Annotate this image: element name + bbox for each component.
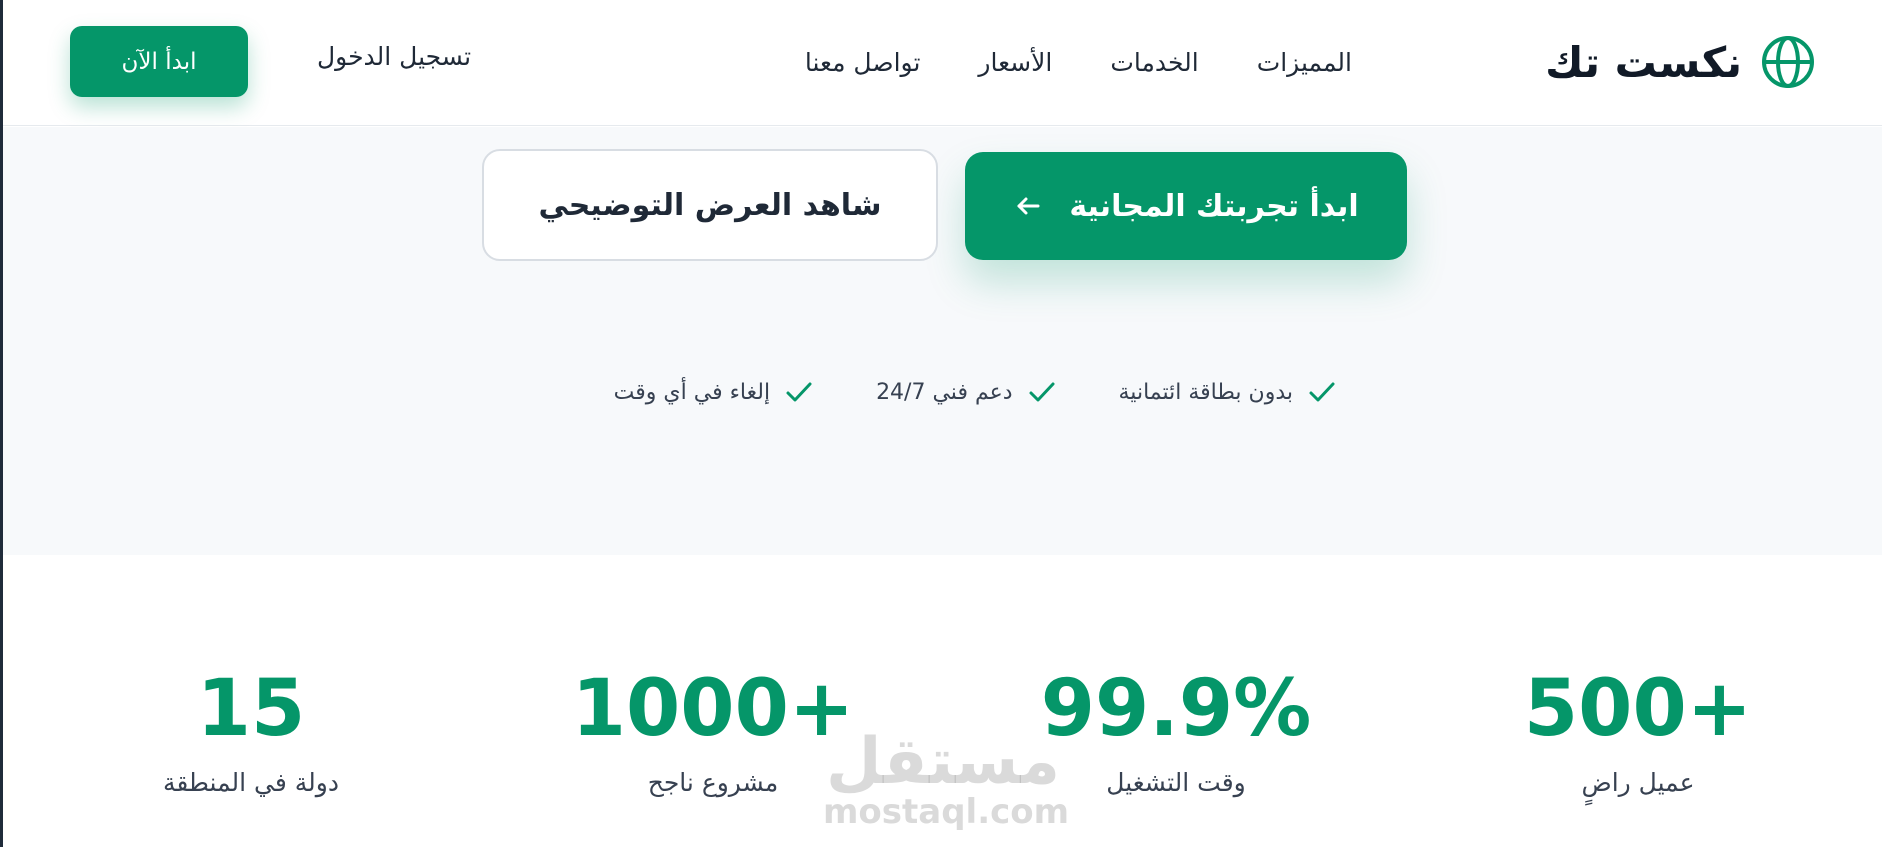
brand-name: نكست تك: [1545, 37, 1742, 87]
brand-logo[interactable]: نكست تك: [1545, 32, 1816, 92]
start-now-button[interactable]: ابدأ الآن: [70, 26, 248, 97]
check-icon: [1309, 382, 1335, 402]
nav-item-features[interactable]: المميزات: [1257, 48, 1352, 77]
main-nav: المميزات الخدمات الأسعار تواصل معنا: [805, 42, 1352, 82]
watermark-latin: mostaql.com: [823, 792, 1070, 832]
stat-countries: 15 دولة في المنطقة: [81, 670, 421, 797]
nav-item-contact[interactable]: تواصل معنا: [805, 48, 921, 77]
nav-item-services[interactable]: الخدمات: [1110, 48, 1198, 77]
stat-projects: 1000+ مشروع ناجح: [543, 670, 883, 797]
stat-label: عميل راضٍ: [1581, 768, 1695, 797]
feature-label: بدون بطاقة ائتمانية: [1118, 379, 1293, 405]
stat-value: 99.9%: [1040, 664, 1312, 754]
feature-support: دعم فني 24/7: [876, 377, 1056, 407]
stat-uptime: 99.9% وقت التشغيل: [1006, 670, 1346, 797]
hero-section: ابدأ تجربتك المجانية شاهد العرض التوضيحي…: [3, 127, 1882, 555]
nav-item-pricing[interactable]: الأسعار: [978, 48, 1052, 77]
stat-value: 15: [196, 664, 306, 754]
globe-icon: [1762, 36, 1814, 88]
free-trial-button[interactable]: ابدأ تجربتك المجانية: [965, 152, 1407, 260]
check-icon: [786, 382, 812, 402]
stat-label: دولة في المنطقة: [162, 768, 340, 797]
feature-no-credit-card: بدون بطاقة ائتمانية: [1119, 377, 1337, 407]
watch-demo-button[interactable]: شاهد العرض التوضيحي: [482, 149, 938, 261]
free-trial-label: ابدأ تجربتك المجانية: [1069, 188, 1359, 224]
stat-label: مشروع ناجح: [647, 768, 779, 797]
stat-value: 500+: [1523, 664, 1753, 754]
check-icon: [1029, 382, 1055, 402]
stat-clients: 500+ عميل راضٍ: [1468, 670, 1808, 797]
feature-label: إلغاء في أي وقت: [613, 379, 771, 405]
feature-label: دعم فني 24/7: [876, 379, 1013, 405]
feature-cancel-anytime: إلغاء في أي وقت: [614, 377, 814, 407]
arrow-left-icon: [1017, 197, 1040, 215]
login-link[interactable]: تسجيل الدخول: [317, 42, 471, 71]
stat-value: 1000+: [571, 664, 855, 754]
page: نكست تك المميزات الخدمات الأسعار تواصل م…: [3, 0, 1882, 847]
stat-label: وقت التشغيل: [1106, 768, 1246, 797]
site-header: نكست تك المميزات الخدمات الأسعار تواصل م…: [3, 0, 1882, 126]
feature-list: بدون بطاقة ائتمانية دعم فني 24/7 إلغاء ف…: [614, 377, 1337, 407]
